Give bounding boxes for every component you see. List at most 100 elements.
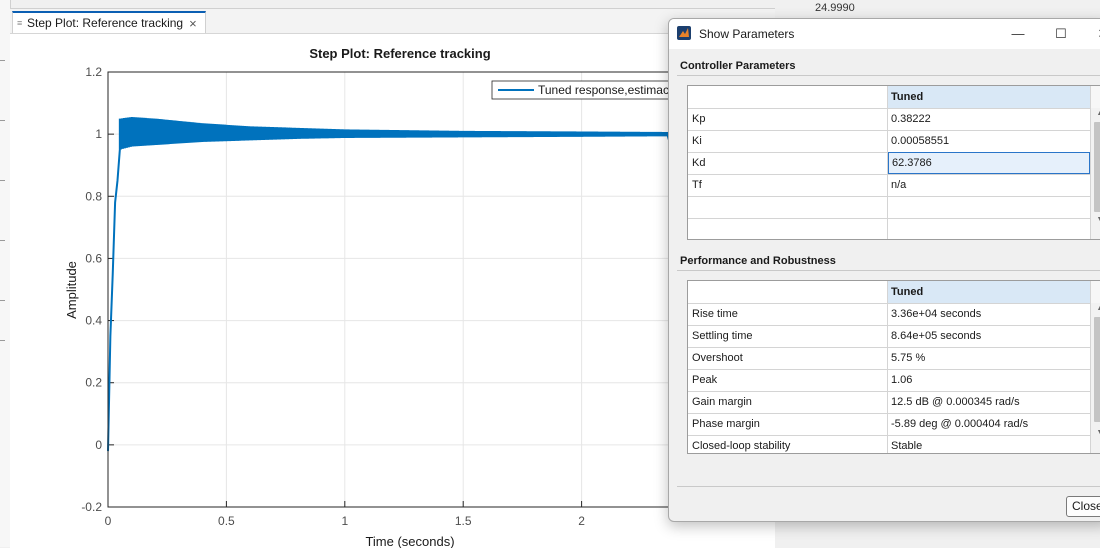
series-line-tuned-response bbox=[107, 117, 677, 452]
metric-value-cell: 12.5 dB @ 0.000345 rad/s bbox=[891, 396, 1020, 408]
scroll-down-icon[interactable]: ▼ bbox=[1091, 214, 1100, 226]
metric-value-cell: Stable bbox=[891, 440, 923, 452]
metric-value-cell: 5.75 % bbox=[891, 352, 926, 364]
param-name-cell: Kd bbox=[688, 152, 888, 174]
table-row[interactable]: Closed-loop stability Stable bbox=[688, 435, 1090, 453]
table-row[interactable]: Settling time 8.64e+05 seconds bbox=[688, 325, 1090, 348]
strip-tick bbox=[0, 240, 5, 241]
y-tick-label: 0 bbox=[95, 438, 102, 452]
show-parameters-dialog: Show Parameters — ☐ ✕ Controller Paramet… bbox=[668, 18, 1100, 522]
tab-step-plot[interactable]: ≡ Step Plot: Reference tracking × bbox=[12, 11, 206, 33]
metric-name-cell: Closed-loop stability bbox=[688, 435, 888, 453]
table-row[interactable]: Overshoot 5.75 % bbox=[688, 347, 1090, 370]
metric-name-cell: Rise time bbox=[688, 303, 888, 325]
strip-tick bbox=[0, 180, 5, 181]
scroll-up-icon[interactable]: ▲ bbox=[1091, 108, 1100, 120]
table-row[interactable]: Kp 0.38222 bbox=[688, 108, 1090, 131]
param-name-cell bbox=[688, 218, 888, 239]
y-tick-label: 0.2 bbox=[85, 376, 102, 390]
table-row[interactable]: Ki 0.00058551 bbox=[688, 130, 1090, 153]
maximize-icon[interactable]: ☐ bbox=[1047, 23, 1075, 45]
metric-name-cell: Gain margin bbox=[688, 391, 888, 413]
param-name-cell: Kp bbox=[688, 108, 888, 130]
x-tick-label: 1.5 bbox=[455, 514, 472, 528]
y-tick-label: -0.2 bbox=[81, 500, 102, 514]
table-row[interactable]: Rise time 3.36e+04 seconds bbox=[688, 303, 1090, 326]
chart-title: Step Plot: Reference tracking bbox=[309, 46, 490, 61]
metric-name-cell: Phase margin bbox=[688, 413, 888, 435]
metric-name-cell: Overshoot bbox=[688, 347, 888, 369]
section-divider bbox=[677, 75, 1100, 76]
table-row[interactable] bbox=[688, 218, 1090, 239]
metric-value-cell: 1.06 bbox=[891, 374, 913, 386]
y-tick-label: 0.8 bbox=[85, 189, 102, 203]
table-row[interactable]: Phase margin -5.89 deg @ 0.000404 rad/s bbox=[688, 413, 1090, 436]
section-divider bbox=[677, 270, 1100, 271]
controller-parameters-title: Controller Parameters bbox=[680, 60, 796, 72]
header-tuned-cell: Tuned bbox=[888, 86, 1090, 108]
series-layer bbox=[107, 117, 677, 452]
param-value-cell[interactable] bbox=[888, 218, 1090, 239]
header-name-cell bbox=[688, 281, 888, 303]
performance-robustness-title: Performance and Robustness bbox=[680, 255, 836, 267]
param-value-cell[interactable]: n/a bbox=[888, 174, 1090, 196]
tab-grip-icon: ≡ bbox=[17, 18, 23, 28]
scroll-thumb[interactable] bbox=[1094, 317, 1100, 422]
metric-value-cell: 8.64e+05 seconds bbox=[891, 330, 982, 342]
metric-value-cell: 3.36e+04 seconds bbox=[891, 308, 982, 320]
param-value-cell-selected[interactable]: 62.3786 bbox=[888, 152, 1090, 174]
table-row[interactable]: Gain margin 12.5 dB @ 0.000345 rad/s bbox=[688, 391, 1090, 414]
metric-name-cell: Settling time bbox=[688, 325, 888, 347]
plot-panel: ≡ Step Plot: Reference tracking × -0.2 0 0… bbox=[10, 8, 775, 548]
y-tick-label: 1.2 bbox=[85, 65, 102, 79]
x-tick-label: 2 bbox=[578, 514, 585, 528]
y-tick-label: 1 bbox=[95, 127, 102, 141]
minimize-icon[interactable]: — bbox=[1004, 23, 1032, 45]
scroll-down-icon[interactable]: ▼ bbox=[1091, 427, 1100, 439]
x-tick-label: 0 bbox=[105, 514, 112, 528]
step-plot-chart: -0.200.20.40.60.811.20 0.5 1 1.5 2 Step Plot… bbox=[64, 46, 775, 548]
footer-divider bbox=[677, 486, 1100, 487]
tab-close-icon[interactable]: × bbox=[189, 16, 197, 31]
dialog-titlebar[interactable]: Show Parameters — ☐ ✕ bbox=[669, 19, 1100, 49]
metric-name-cell: Peak bbox=[688, 369, 888, 391]
table-scrollbar[interactable]: ▲ ▼ bbox=[1090, 303, 1100, 453]
y-axis-label: Amplitude bbox=[64, 261, 79, 319]
param-value-cell[interactable]: 0.00058551 bbox=[888, 130, 1090, 152]
x-tick-label: 0.5 bbox=[218, 514, 235, 528]
window-close-icon[interactable]: ✕ bbox=[1089, 23, 1100, 45]
tab-bar: ≡ Step Plot: Reference tracking × bbox=[10, 9, 775, 34]
scroll-up-icon[interactable]: ▲ bbox=[1091, 303, 1100, 315]
header-scroll-corner bbox=[1090, 86, 1100, 109]
table-header-row: Tuned bbox=[688, 86, 1090, 109]
strip-tick bbox=[0, 300, 5, 301]
header-tuned-cell: Tuned bbox=[888, 281, 1090, 303]
x-tick-label: 1 bbox=[341, 514, 348, 528]
table-row[interactable]: Tf n/a bbox=[688, 174, 1090, 197]
legend-entry: Tuned response,estimacio bbox=[538, 83, 679, 97]
header-name-cell bbox=[688, 86, 888, 108]
x-axis-label: Time (seconds) bbox=[365, 534, 454, 548]
param-name-cell: Ki bbox=[688, 130, 888, 152]
table-row[interactable]: Kd 62.3786 bbox=[688, 152, 1090, 175]
param-name-cell: Tf bbox=[688, 174, 888, 196]
performance-table: Tuned Rise time 3.36e+04 seconds Settlin… bbox=[687, 280, 1100, 454]
y-tick-label: 0.4 bbox=[85, 314, 102, 328]
table-row[interactable] bbox=[688, 196, 1090, 219]
strip-tick bbox=[0, 60, 5, 61]
strip-tick bbox=[0, 340, 5, 341]
dialog-title: Show Parameters bbox=[699, 27, 795, 41]
scroll-thumb[interactable] bbox=[1094, 122, 1100, 212]
metric-value-cell: -5.89 deg @ 0.000404 rad/s bbox=[891, 418, 1029, 430]
table-scrollbar[interactable]: ▲ ▼ bbox=[1090, 108, 1100, 239]
background-value-text: 24.9990 bbox=[815, 2, 855, 14]
table-header-row: Tuned bbox=[688, 281, 1090, 304]
controller-parameters-table: Tuned Kp 0.38222 Ki 0.00058551 Kd 62.378… bbox=[687, 85, 1100, 240]
table-row[interactable]: Peak 1.06 bbox=[688, 369, 1090, 392]
strip-tick bbox=[0, 120, 5, 121]
close-button[interactable]: Close bbox=[1066, 496, 1100, 517]
header-scroll-corner bbox=[1090, 281, 1100, 304]
param-value-cell[interactable] bbox=[888, 196, 1090, 218]
y-tick-label: 0.6 bbox=[85, 251, 102, 265]
param-value-cell[interactable]: 0.38222 bbox=[888, 108, 1090, 130]
